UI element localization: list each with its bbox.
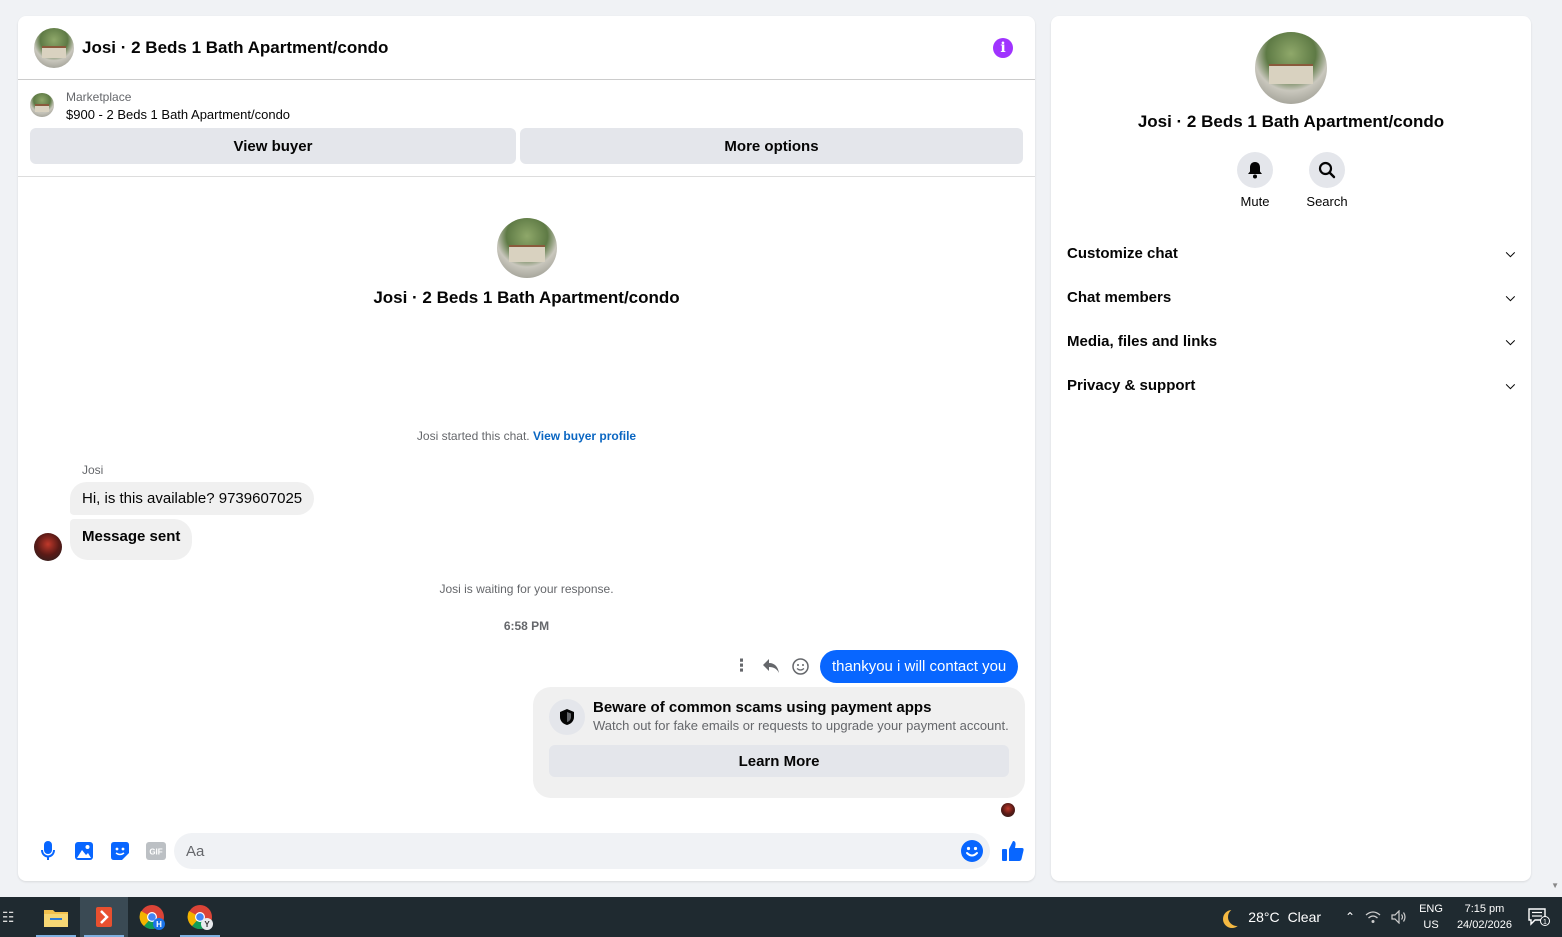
side-conversation-name: Josi · 2 Beds 1 Bath Apartment/condo <box>1137 112 1445 131</box>
listing-price-title[interactable]: $900 - 2 Beds 1 Bath Apartment/condo <box>66 107 290 122</box>
microphone-icon[interactable] <box>30 833 66 869</box>
shield-icon <box>549 699 585 735</box>
task-view-icon[interactable]: ☷ <box>0 909 20 926</box>
chrome-badge-label: H <box>156 920 162 929</box>
waiting-notice: Josi is waiting for your response. <box>439 582 614 596</box>
taskbar: ☷ H Y 28°C Clear ⌃ ENG US 7:15 pm 24/02/… <box>0 897 1562 937</box>
media-files-links-section[interactable]: Media, files and links ⌵ <box>1067 319 1515 363</box>
speaker-icon[interactable] <box>1391 910 1407 924</box>
clock-time: 7:15 pm <box>1464 903 1505 915</box>
side-section-list: Customize chat ⌵ Chat members ⌵ Media, f… <box>1051 231 1531 407</box>
privacy-support-section[interactable]: Privacy & support ⌵ <box>1067 363 1515 407</box>
chevron-down-icon: ⌵ <box>1505 377 1515 392</box>
chevron-down-icon: ⌵ <box>1505 333 1515 348</box>
section-label: Privacy & support <box>1067 376 1196 394</box>
clock[interactable]: 7:15 pm 24/02/2026 <box>1457 901 1512 933</box>
lang-region: US <box>1423 919 1439 931</box>
weather-temp: 28°C <box>1248 909 1280 925</box>
search-label: Search <box>1306 194 1348 209</box>
lang-code: ENG <box>1419 903 1443 915</box>
more-actions-icon[interactable]: ⋮ <box>733 656 750 676</box>
intro-name: Josi · 2 Beds 1 Bath Apartment/condo <box>373 288 680 307</box>
search-icon <box>1318 161 1336 179</box>
sender-avatar[interactable] <box>34 533 62 561</box>
chat-title[interactable]: Josi · 2 Beds 1 Bath Apartment/condo <box>82 38 993 58</box>
customize-chat-section[interactable]: Customize chat ⌵ <box>1067 231 1515 275</box>
thumbs-up-icon[interactable] <box>1001 839 1025 863</box>
reply-icon[interactable] <box>762 658 780 674</box>
learn-more-button[interactable]: Learn More <box>549 745 1009 777</box>
moon-icon <box>1228 908 1246 926</box>
chat-members-section[interactable]: Chat members ⌵ <box>1067 275 1515 319</box>
conversation-intro: Josi · 2 Beds 1 Bath Apartment/condo <box>18 218 1035 308</box>
chevron-up-icon[interactable]: ⌃ <box>1345 910 1355 924</box>
search-button[interactable]: Search <box>1306 152 1348 209</box>
bell-icon <box>1248 162 1262 179</box>
photo-icon[interactable] <box>66 833 102 869</box>
chrome-profile-y-icon[interactable]: Y <box>176 897 224 937</box>
view-buyer-button[interactable]: View buyer <box>30 128 516 164</box>
side-avatar[interactable] <box>1255 32 1327 104</box>
clock-date: 24/02/2026 <box>1456 919 1512 931</box>
message-timestamp: 6:58 PM <box>503 619 550 633</box>
section-label: Chat members <box>1067 288 1172 306</box>
scam-warning-subtitle: Watch out for fake emails or requests to… <box>593 718 1009 733</box>
chat-header: Josi · 2 Beds 1 Bath Apartment/condo i <box>18 16 1035 80</box>
chat-avatar[interactable] <box>34 27 74 68</box>
marketplace-bar: Marketplace $900 - 2 Beds 1 Bath Apartme… <box>18 80 1035 177</box>
notification-center-icon[interactable]: 1 <box>1528 908 1550 926</box>
emoji-icon[interactable] <box>960 839 984 863</box>
language-indicator[interactable]: ENG US <box>1419 901 1443 933</box>
listing-thumbnail[interactable] <box>30 93 54 117</box>
weather-widget[interactable]: 28°C Clear <box>1222 908 1321 926</box>
intro-avatar <box>496 218 557 278</box>
scroll-down-arrow-icon[interactable]: ▼ <box>1551 881 1559 890</box>
file-explorer-icon[interactable] <box>32 897 80 937</box>
chat-started-text: Josi started this chat. <box>416 429 530 443</box>
sticker-icon[interactable] <box>102 833 138 869</box>
scam-warning-title: Beware of common scams using payment app… <box>593 699 932 716</box>
mute-label: Mute <box>1240 194 1270 209</box>
chevron-down-icon: ⌵ <box>1505 289 1515 304</box>
gif-icon[interactable]: GIF <box>138 833 174 869</box>
incoming-message[interactable]: Message sent <box>70 519 193 560</box>
section-label: Customize chat <box>1067 244 1178 262</box>
tray-icons: ⌃ <box>1345 910 1407 924</box>
composer: GIF <box>18 833 1035 869</box>
read-receipt-avatar <box>1001 803 1015 817</box>
react-icon[interactable] <box>792 657 809 675</box>
view-buyer-profile-link[interactable]: View buyer profile <box>533 429 636 443</box>
system-tray: 28°C Clear ⌃ ENG US 7:15 pm 24/02/2026 1 <box>1222 897 1562 937</box>
info-icon[interactable]: i <box>993 37 1013 58</box>
scam-warning-card: Beware of common scams using payment app… <box>533 687 1025 798</box>
notification-count: 1 <box>1543 919 1547 926</box>
chrome-profile-h-icon[interactable]: H <box>128 897 176 937</box>
message-input[interactable] <box>174 833 990 869</box>
message-actions: ⋮ <box>733 656 809 676</box>
outgoing-message[interactable]: thankyou i will contact you <box>820 650 1019 683</box>
conversation-details-panel: Josi · 2 Beds 1 Bath Apartment/condo Mut… <box>1051 16 1531 881</box>
chrome-badge-label: Y <box>204 920 210 929</box>
taskbar-app-icon[interactable] <box>80 897 128 937</box>
section-label: Media, files and links <box>1067 332 1218 350</box>
chat-started-notice: Josi started this chat. View buyer profi… <box>18 429 1035 443</box>
marketplace-label: Marketplace <box>66 90 132 104</box>
wifi-icon[interactable] <box>1365 910 1381 924</box>
gif-label: GIF <box>149 848 162 857</box>
mute-button[interactable]: Mute <box>1235 152 1275 209</box>
incoming-message[interactable]: Hi, is this available? 9739607025 <box>70 482 315 515</box>
weather-desc: Clear <box>1287 909 1322 925</box>
chevron-down-icon: ⌵ <box>1505 245 1515 260</box>
more-options-button[interactable]: More options <box>520 128 1023 164</box>
chat-panel: Josi · 2 Beds 1 Bath Apartment/condo i M… <box>18 16 1035 881</box>
sender-name: Josi <box>82 463 104 477</box>
